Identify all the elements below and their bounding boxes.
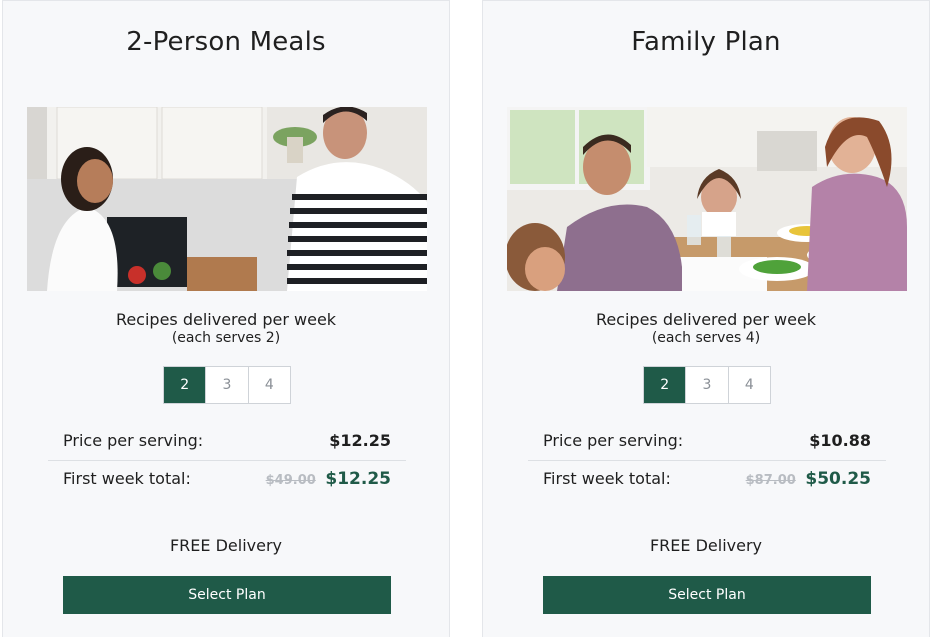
price-per-serving-label: Price per serving: [63, 431, 204, 450]
option-3-button[interactable]: 3 [205, 367, 247, 403]
option-2-button[interactable]: 2 [164, 367, 206, 403]
plan-title: 2-Person Meals [126, 27, 326, 57]
recipes-count-selector: 2 3 4 [643, 366, 771, 404]
plan-photo [27, 107, 427, 291]
select-plan-button[interactable]: Select Plan [63, 576, 391, 614]
first-week-total: $50.25 [805, 469, 871, 489]
original-price: $49.00 [265, 473, 316, 488]
first-week-label: First week total: [63, 469, 191, 488]
select-plan-button[interactable]: Select Plan [543, 576, 871, 614]
free-delivery-label: FREE Delivery [169, 536, 283, 555]
first-week-total: $12.25 [325, 469, 391, 489]
recipes-per-week-label: Recipes delivered per week [595, 310, 817, 329]
plan-card-family: Family Plan Recipes delivered per week (… [482, 0, 930, 637]
recipes-per-week-label: Recipes delivered per week [115, 310, 337, 329]
original-price: $87.00 [745, 473, 796, 488]
option-4-button[interactable]: 4 [247, 367, 290, 403]
option-3-button[interactable]: 3 [685, 367, 727, 403]
divider [528, 460, 886, 461]
option-2-button[interactable]: 2 [644, 367, 686, 403]
price-per-serving-value: $10.88 [809, 431, 871, 450]
plan-title: Family Plan [631, 27, 781, 57]
first-week-label: First week total: [543, 469, 671, 488]
serves-label: (each serves 4) [651, 330, 761, 346]
price-per-serving-value: $12.25 [329, 431, 391, 450]
plan-card-2-person: 2-Person Meals Recipes delivered per wee… [2, 0, 450, 637]
divider [48, 460, 406, 461]
serves-label: (each serves 2) [171, 330, 281, 346]
price-per-serving-label: Price per serving: [543, 431, 684, 450]
recipes-count-selector: 2 3 4 [163, 366, 291, 404]
plan-photo [507, 107, 907, 291]
free-delivery-label: FREE Delivery [649, 536, 763, 555]
option-4-button[interactable]: 4 [727, 367, 770, 403]
